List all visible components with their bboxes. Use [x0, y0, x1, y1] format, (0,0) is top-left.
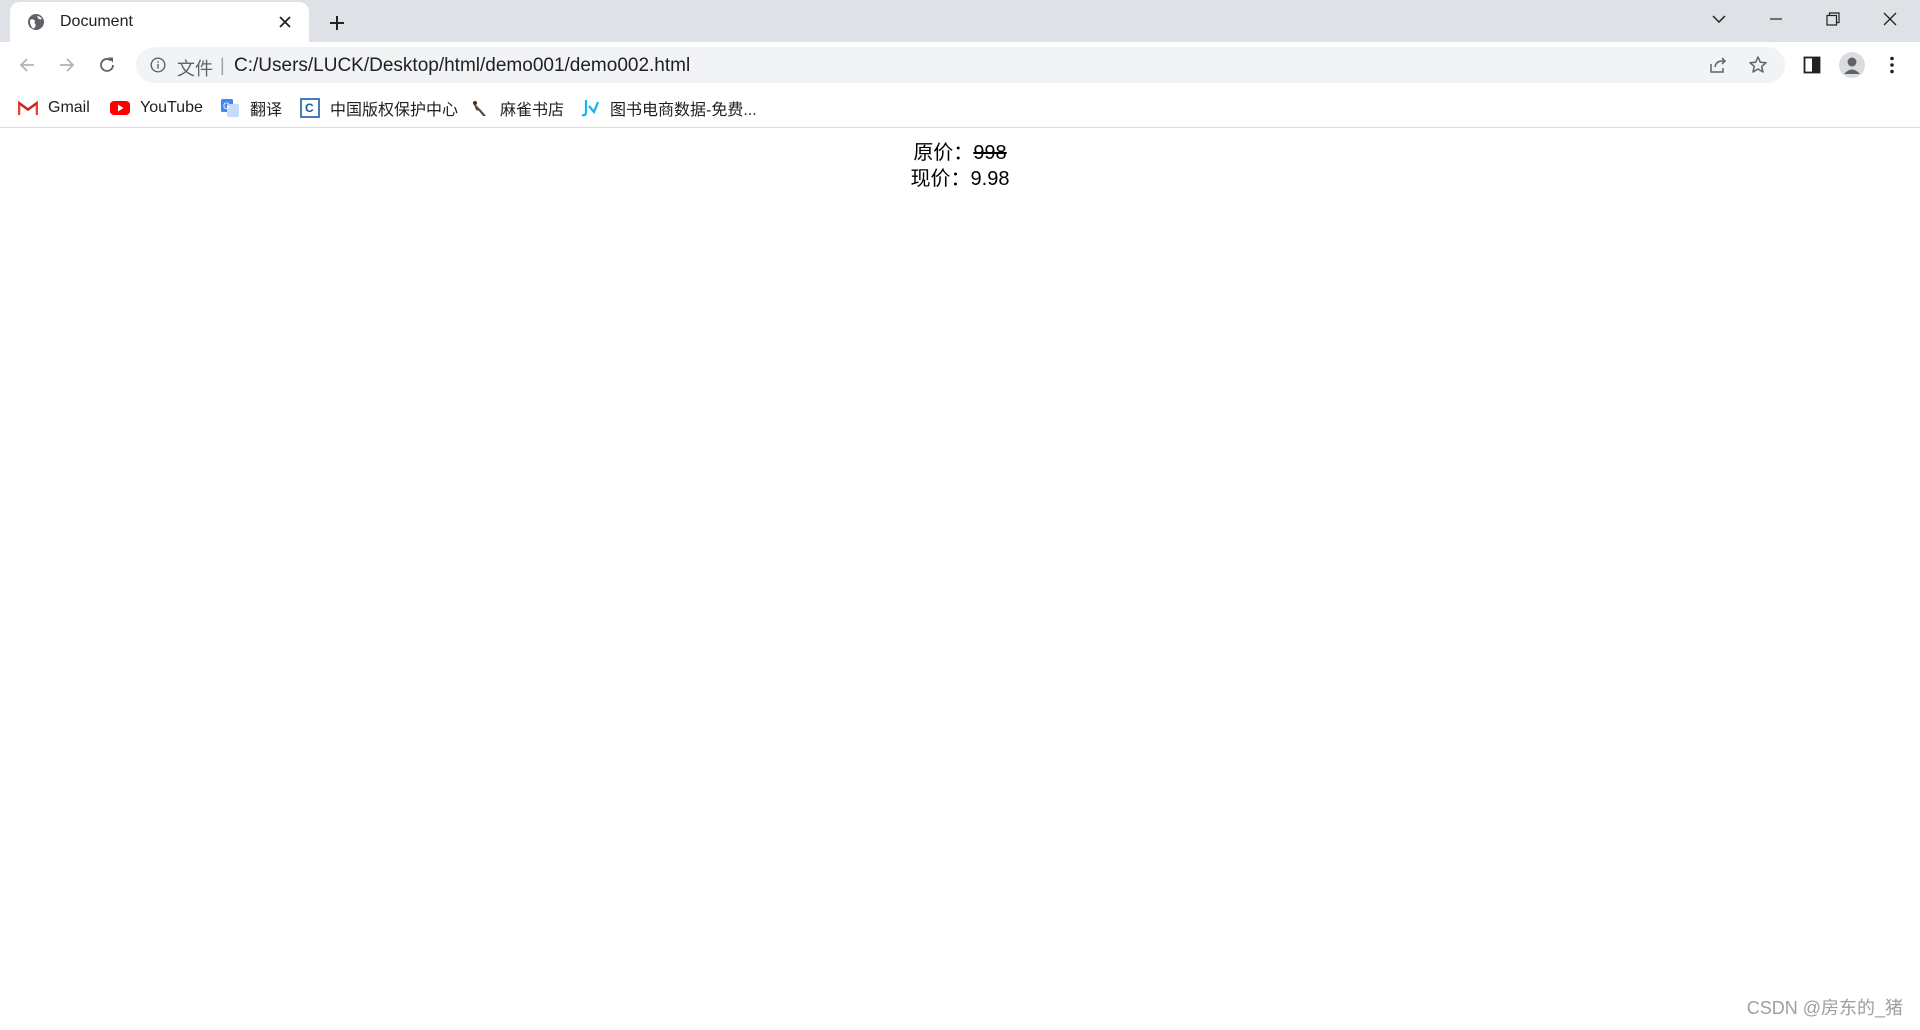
current-price-label: 现价：: [910, 168, 971, 190]
svg-text:C: C: [305, 101, 314, 115]
tab-title: Document: [60, 13, 133, 30]
share-icon[interactable]: [1706, 53, 1730, 77]
tab-document[interactable]: Document: [10, 2, 309, 42]
bookmark-label: 翻译: [250, 102, 283, 119]
side-panel-button[interactable]: [1796, 49, 1828, 81]
translate-icon: G: [220, 98, 240, 118]
avatar: [1839, 52, 1865, 78]
youtube-icon: [110, 98, 130, 118]
current-price-value: 9.98: [970, 168, 1010, 190]
bookmark-sparrow-bookstore[interactable]: 麻雀书店: [470, 96, 564, 120]
minimize-button[interactable]: [1748, 0, 1804, 38]
site-info-icon[interactable]: [148, 55, 168, 75]
back-button[interactable]: [11, 49, 43, 81]
original-price-line: 原价：998: [0, 140, 1920, 166]
bookmark-label: Gmail: [48, 99, 90, 116]
current-price-line: 现价：9.98: [0, 166, 1920, 192]
copyright-center-icon: C: [300, 98, 320, 118]
close-window-button[interactable]: [1862, 0, 1918, 38]
svg-text:G: G: [223, 101, 230, 111]
original-price-label: 原价：: [913, 142, 974, 164]
book-data-icon: [580, 98, 600, 118]
page-content: 原价：998 现价：9.98 CSDN @房东的_猪: [0, 128, 1920, 1030]
bookmark-label: 麻雀书店: [500, 102, 565, 119]
new-tab-button[interactable]: [323, 9, 351, 37]
url-scheme-label: 文件: [177, 59, 213, 79]
sparrow-icon: [470, 98, 490, 118]
close-tab-icon[interactable]: [273, 10, 297, 34]
bookmarks-bar: Gmail YouTube G 翻译 C 中国版权保护中心 麻雀书店 图书电商数…: [0, 88, 1920, 128]
tab-strip: Document: [0, 0, 1920, 42]
globe-icon: [26, 12, 46, 32]
bookmark-star-icon[interactable]: [1746, 53, 1770, 77]
gmail-icon: [18, 98, 38, 118]
tab-search-button[interactable]: [1691, 0, 1747, 38]
bookmark-youtube[interactable]: YouTube: [110, 96, 203, 120]
bookmark-gmail[interactable]: Gmail: [18, 96, 90, 120]
bookmark-label: 中国版权保护中心: [330, 102, 459, 119]
address-bar[interactable]: 文件 | C:/Users/LUCK/Desktop/html/demo001/…: [136, 47, 1785, 83]
bookmark-label: 图书电商数据-免费...: [610, 102, 757, 119]
menu-button[interactable]: [1876, 49, 1908, 81]
bookmark-copyright-center[interactable]: C 中国版权保护中心: [300, 96, 458, 120]
toolbar: 文件 | C:/Users/LUCK/Desktop/html/demo001/…: [0, 42, 1920, 88]
reload-button[interactable]: [91, 49, 123, 81]
csdn-watermark: CSDN @房东的_猪: [1746, 998, 1903, 1018]
url-text[interactable]: C:/Users/LUCK/Desktop/html/demo001/demo0…: [234, 55, 690, 77]
bookmark-label: YouTube: [140, 99, 203, 116]
profile-button[interactable]: [1836, 49, 1868, 81]
bookmark-book-data[interactable]: 图书电商数据-免费...: [580, 96, 757, 120]
price-block: 原价：998 现价：9.98: [0, 140, 1920, 192]
forward-button[interactable]: [51, 49, 83, 81]
restore-button[interactable]: [1805, 0, 1861, 38]
bookmark-translate[interactable]: G 翻译: [220, 96, 282, 120]
url-separator: |: [220, 55, 225, 75]
original-price-value: 998: [973, 142, 1007, 164]
